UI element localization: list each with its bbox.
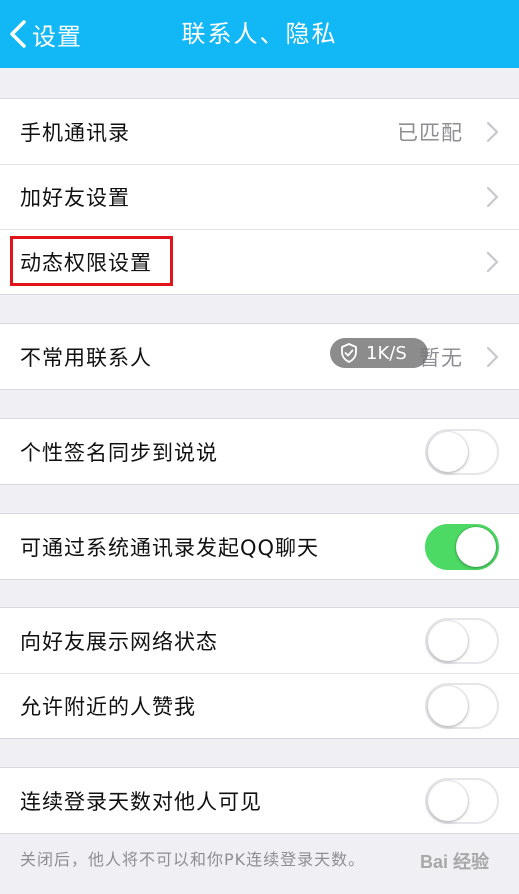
toggle-knob	[428, 431, 468, 472]
row-login-days-visible: 连续登录天数对他人可见	[0, 768, 519, 833]
row-label: 手机通讯录	[20, 120, 130, 145]
row-label: 可通过系统通讯录发起QQ聊天	[20, 535, 320, 560]
toggle-knob	[428, 620, 468, 661]
shield-check-icon	[341, 343, 357, 363]
login-days-visible-toggle[interactable]	[425, 777, 499, 824]
chevron-right-icon	[486, 251, 499, 272]
toggle-knob	[456, 526, 496, 567]
footer-note: 关闭后，他人将不可以和你PK连续登录天数。	[20, 850, 366, 869]
toggle-knob	[428, 685, 468, 726]
row-add-friend-settings[interactable]: 加好友设置	[0, 164, 519, 229]
toggle-knob	[428, 780, 468, 821]
row-value: 已匹配	[397, 120, 463, 145]
signature-sync-group: 个性签名同步到说说	[0, 418, 519, 485]
watermark: Bai 经验	[419, 852, 489, 872]
row-phone-contacts[interactable]: 手机通讯录 已匹配	[0, 99, 519, 164]
signature-sync-toggle[interactable]	[425, 428, 499, 475]
row-label: 动态权限设置	[20, 250, 152, 275]
show-network-status-toggle[interactable]	[425, 617, 499, 664]
network-speed-badge: 1K/S	[330, 338, 428, 368]
row-signature-sync: 个性签名同步到说说	[0, 419, 519, 484]
login-days-group: 连续登录天数对他人可见	[0, 767, 519, 834]
infrequent-contacts-group: 不常用联系人 暂无	[0, 323, 519, 390]
row-feed-permission-settings[interactable]: 动态权限设置	[0, 229, 519, 294]
row-label: 允许附近的人赞我	[20, 694, 196, 719]
allow-nearby-likes-toggle[interactable]	[425, 682, 499, 729]
chevron-right-icon	[486, 346, 499, 367]
chevron-right-icon	[486, 121, 499, 142]
speed-text: 1K/S	[366, 342, 407, 364]
contacts-group: 手机通讯录 已匹配 加好友设置 动态权限设置	[0, 98, 519, 295]
row-show-network-status: 向好友展示网络状态	[0, 608, 519, 673]
row-label: 加好友设置	[20, 185, 130, 210]
system-contacts-chat-group: 可通过系统通讯录发起QQ聊天	[0, 513, 519, 580]
row-infrequent-contacts[interactable]: 不常用联系人 暂无	[0, 324, 519, 389]
row-system-contacts-chat: 可通过系统通讯录发起QQ聊天	[0, 514, 519, 579]
visibility-group: 向好友展示网络状态 允许附近的人赞我	[0, 607, 519, 739]
page-title: 联系人、隐私	[181, 20, 338, 48]
system-contacts-chat-toggle[interactable]	[425, 523, 499, 570]
row-label: 连续登录天数对他人可见	[20, 789, 262, 814]
row-label: 个性签名同步到说说	[20, 440, 218, 465]
row-label: 不常用联系人	[20, 345, 152, 370]
row-label: 向好友展示网络状态	[20, 629, 218, 654]
nav-bar: 设置 联系人、隐私	[0, 0, 519, 68]
chevron-right-icon	[486, 186, 499, 207]
row-allow-nearby-likes: 允许附近的人赞我	[0, 673, 519, 738]
